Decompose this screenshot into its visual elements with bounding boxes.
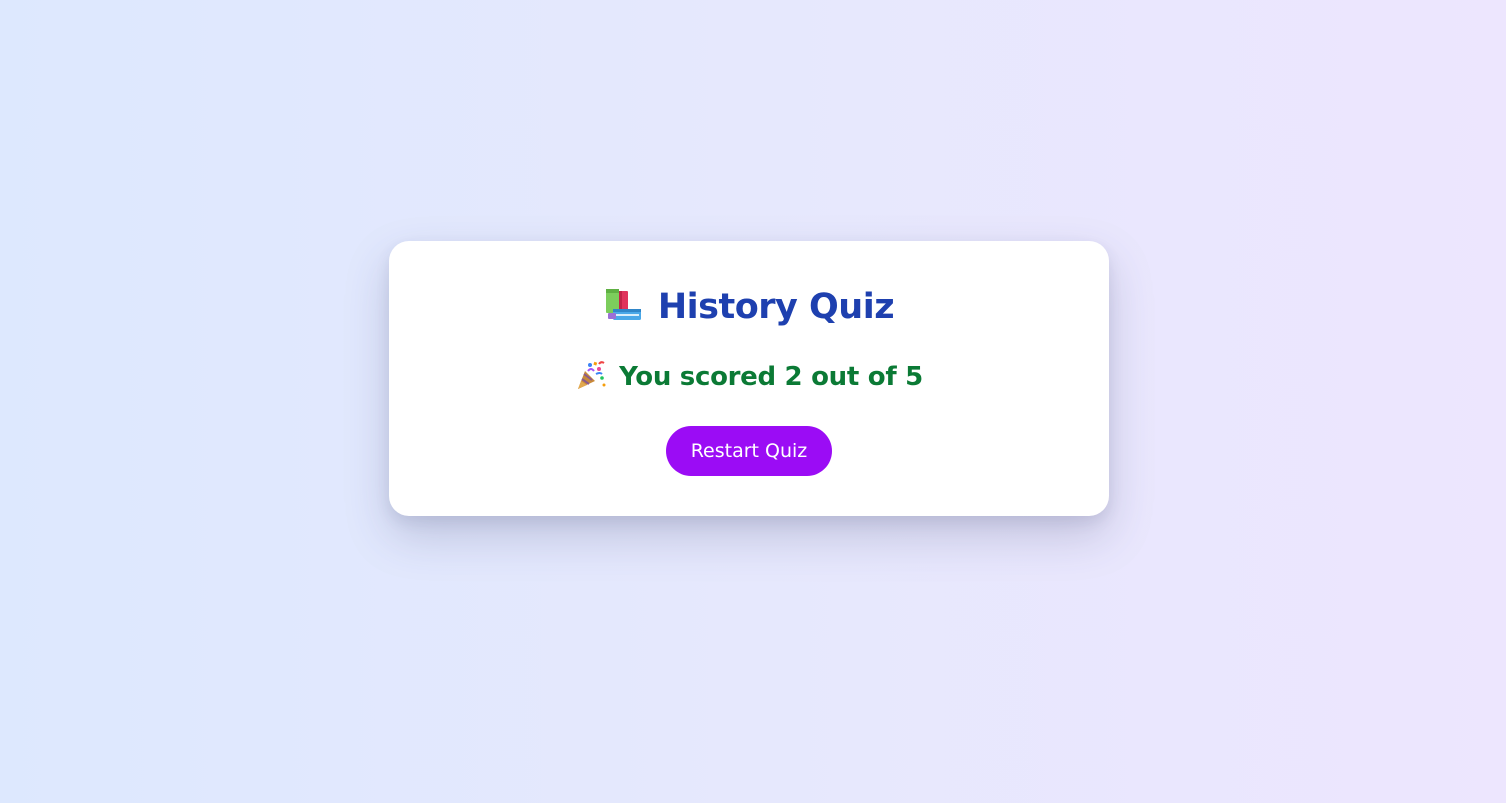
quiz-card: History Quiz You scored 2 out of 5 Resta… bbox=[389, 241, 1109, 516]
title-row: History Quiz bbox=[389, 285, 1109, 329]
restart-quiz-button[interactable]: Restart Quiz bbox=[666, 426, 832, 476]
books-icon bbox=[604, 287, 644, 327]
score-text: You scored 2 out of 5 bbox=[619, 362, 923, 392]
score-row: You scored 2 out of 5 bbox=[389, 359, 1109, 395]
page-title: History Quiz bbox=[657, 287, 895, 327]
party-popper-icon bbox=[575, 359, 607, 395]
